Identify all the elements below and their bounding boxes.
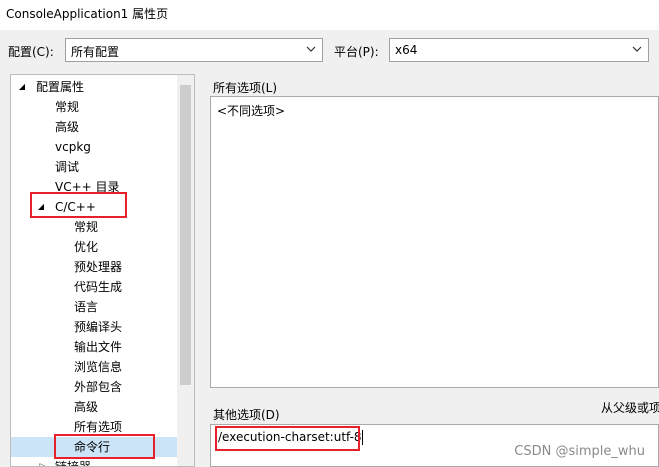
tree-item-cpp-output-files[interactable]: 输出文件 <box>11 337 177 357</box>
tree-item-vcpkg[interactable]: vcpkg <box>11 137 177 157</box>
tree-item-vc-directories[interactable]: VC++ 目录 <box>11 177 177 197</box>
tree-item-cpp-external-includes[interactable]: 外部包含 <box>11 377 177 397</box>
tree-item-cpp-command-line[interactable]: 命令行 <box>11 437 177 457</box>
inherit-label: 从父级或项 <box>601 401 659 415</box>
tree-item-general[interactable]: 常规 <box>11 97 177 117</box>
tree-item-debugging[interactable]: 调试 <box>11 157 177 177</box>
chevron-down-icon <box>306 46 316 52</box>
config-value: 所有配置 <box>71 45 120 59</box>
tree-item-cpp-preprocessor[interactable]: 预处理器 <box>11 257 177 277</box>
tree-item-cpp-advanced[interactable]: 高级 <box>11 397 177 417</box>
tree-item-advanced[interactable]: 高级 <box>11 117 177 137</box>
tree-item-cpp-browse-info[interactable]: 浏览信息 <box>11 357 177 377</box>
tree-item-cpp-all-options[interactable]: 所有选项 <box>11 417 177 437</box>
tree-item-cpp-precompiled-headers[interactable]: 预编译头 <box>11 317 177 337</box>
expanded-caret-icon[interactable]: ◢ <box>36 197 46 217</box>
all-options-box[interactable]: <不同选项> <box>210 96 659 388</box>
tree-node-linker[interactable]: ▷ 链接器 <box>11 457 177 466</box>
tree-scrollbar[interactable] <box>177 75 194 466</box>
tree-node-config-properties[interactable]: ◢ 配置属性 <box>11 77 177 97</box>
tree-item-cpp-code-generation[interactable]: 代码生成 <box>11 277 177 297</box>
other-options-label: 其他选项(D) <box>213 408 280 422</box>
property-tree[interactable]: ◢ 配置属性 常规 高级 vcpkg 调试 VC++ 目录 ◢ C/C++ 常规… <box>10 74 195 467</box>
all-options-value: <不同选项> <box>217 104 286 118</box>
window-title-bar: ConsoleApplication1 属性页 <box>0 0 659 30</box>
tree-item-cpp-optimization[interactable]: 优化 <box>11 237 177 257</box>
tree-item-cpp-general[interactable]: 常规 <box>11 217 177 237</box>
expanded-caret-icon[interactable]: ◢ <box>17 77 27 97</box>
tree-node-cpp[interactable]: ◢ C/C++ <box>11 197 177 217</box>
watermark: CSDN @simple_whu <box>514 444 645 459</box>
text-cursor <box>361 430 363 445</box>
platform-select[interactable]: x64 <box>389 38 649 62</box>
tree-item-cpp-language[interactable]: 语言 <box>11 297 177 317</box>
window-title: ConsoleApplication1 属性页 <box>6 7 169 21</box>
all-options-label: 所有选项(L) <box>213 81 278 95</box>
config-label: 配置(C): <box>8 45 54 59</box>
platform-label: 平台(P): <box>334 45 379 59</box>
collapsed-caret-icon[interactable]: ▷ <box>38 457 48 466</box>
scrollbar-thumb[interactable] <box>180 85 191 385</box>
config-select[interactable]: 所有配置 <box>65 38 323 62</box>
chevron-down-icon <box>632 46 642 52</box>
platform-value: x64 <box>395 43 418 57</box>
other-options-value: /execution-charset:utf-8 <box>218 430 362 444</box>
